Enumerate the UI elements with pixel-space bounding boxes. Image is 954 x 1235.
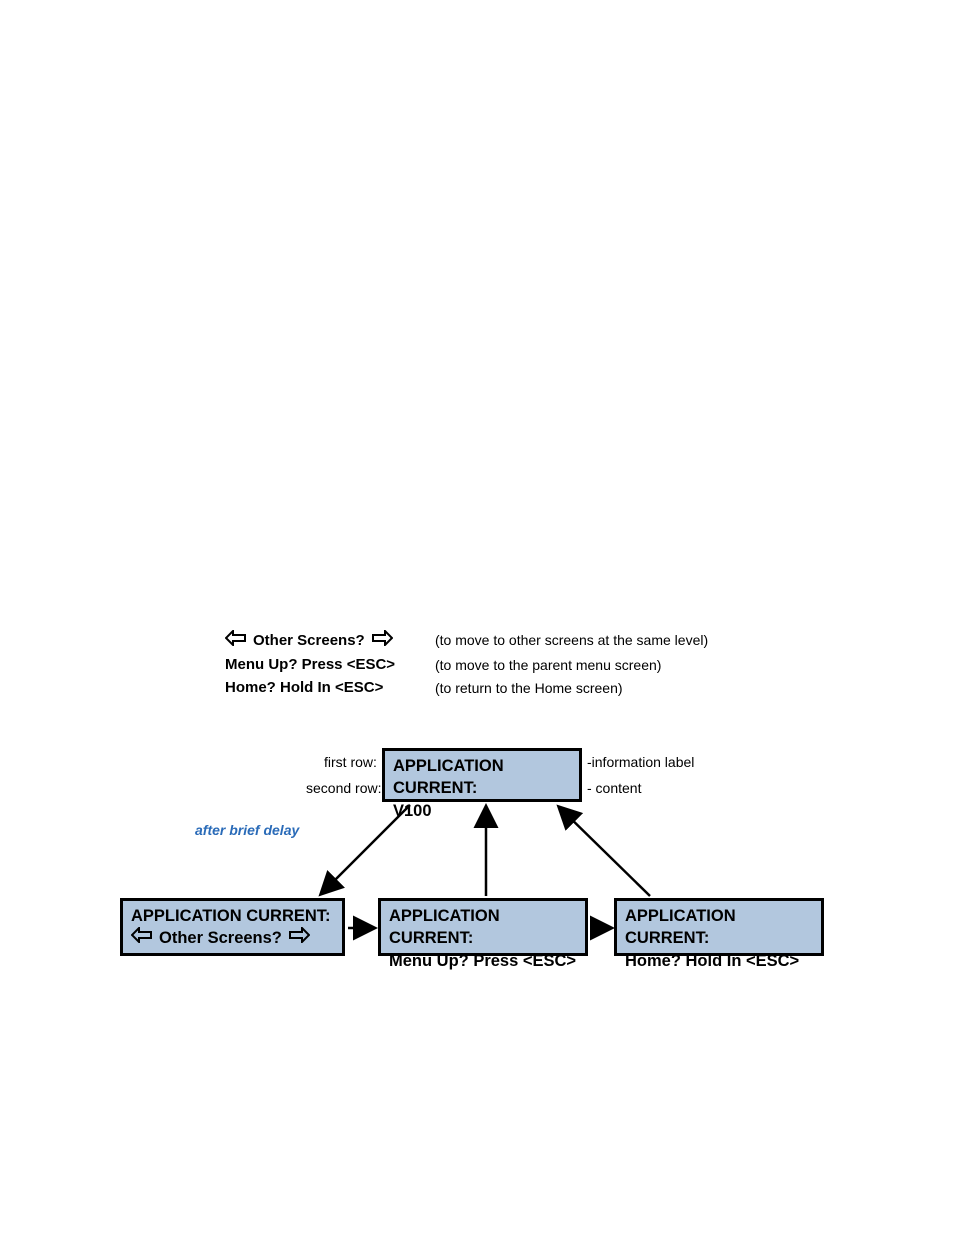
legend-row-home: Home? Hold In <ESC> (to return to the Ho… (225, 679, 785, 696)
delay-annotation: after brief delay (195, 822, 299, 838)
box-row1: APPLICATION CURRENT: (389, 905, 577, 950)
screen-box-menu-up: APPLICATION CURRENT: Menu Up? Press <ESC… (378, 898, 588, 956)
arrow-right-icon (371, 630, 393, 650)
legend-row-other-screens: Other Screens? (to move to other screens… (225, 630, 785, 650)
annotation-content: - content (587, 780, 641, 796)
annotation-second-row: second row: (306, 780, 381, 796)
legend-label: Home? Hold In <ESC> (225, 679, 383, 696)
box-row1: APPLICATION CURRENT: (625, 905, 813, 950)
box-row2: V100 (393, 800, 571, 822)
screen-box-other-screens: APPLICATION CURRENT: Other Screens? (120, 898, 345, 956)
screen-box-home: APPLICATION CURRENT: Home? Hold In <ESC> (614, 898, 824, 956)
box-row1: APPLICATION CURRENT: (131, 905, 334, 927)
annotation-info-label: -information label (587, 754, 694, 770)
screen-box-top: APPLICATION CURRENT: V100 (382, 748, 582, 802)
legend-block: Other Screens? (to move to other screens… (225, 630, 785, 702)
legend-label: Menu Up? Press <ESC> (225, 656, 395, 673)
annotation-first-row: first row: (324, 754, 377, 770)
legend-desc: (to move to other screens at the same le… (435, 632, 708, 648)
legend-desc: (to return to the Home screen) (435, 680, 623, 696)
legend-label: Other Screens? (253, 632, 365, 649)
box-row2: Other Screens? (159, 927, 282, 949)
box-row1: APPLICATION CURRENT: (393, 755, 571, 800)
arrow-right-icon (288, 927, 310, 949)
box-row2: Home? Hold In <ESC> (625, 950, 813, 972)
legend-desc: (to move to the parent menu screen) (435, 657, 661, 673)
box-row2: Menu Up? Press <ESC> (389, 950, 577, 972)
legend-row-menu-up: Menu Up? Press <ESC> (to move to the par… (225, 656, 785, 673)
arrow-left-icon (131, 927, 153, 949)
arrow-left-icon (225, 630, 247, 650)
